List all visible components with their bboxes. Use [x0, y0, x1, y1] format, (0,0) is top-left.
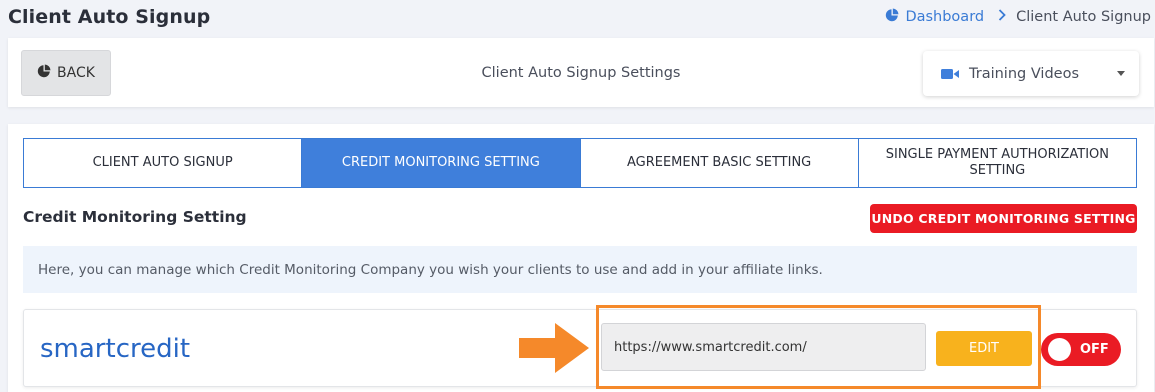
- toggle-knob: [1048, 338, 1071, 361]
- provider-toggle[interactable]: OFF: [1041, 333, 1121, 366]
- pie-chart-icon: [37, 64, 51, 82]
- training-videos-dropdown[interactable]: Training Videos: [923, 51, 1139, 96]
- pie-chart-icon: [885, 8, 899, 26]
- breadcrumb-home-label: Dashboard: [905, 9, 985, 25]
- back-button[interactable]: BACK: [21, 50, 111, 96]
- breadcrumb: Dashboard Client Auto Signup: [885, 8, 1151, 26]
- tab-client-auto-signup[interactable]: CLIENT AUTO SIGNUP: [24, 139, 303, 187]
- arrow-right-icon: [519, 323, 591, 378]
- caret-down-icon: [1117, 71, 1125, 76]
- training-videos-label: Training Videos: [969, 65, 1080, 82]
- video-camera-icon: [941, 68, 959, 80]
- affiliate-url-input[interactable]: [601, 323, 926, 371]
- breadcrumb-current: Client Auto Signup: [1016, 9, 1151, 25]
- info-banner: Here, you can manage which Credit Monito…: [23, 246, 1137, 293]
- settings-main-card: CLIENT AUTO SIGNUP CREDIT MONITORING SET…: [8, 124, 1154, 392]
- tab-agreement-basic-setting[interactable]: AGREEMENT BASIC SETTING: [581, 139, 859, 187]
- page-title: Client Auto Signup: [8, 6, 211, 28]
- chevron-right-icon: [998, 9, 1006, 25]
- settings-tabs: CLIENT AUTO SIGNUP CREDIT MONITORING SET…: [23, 138, 1137, 188]
- breadcrumb-home[interactable]: Dashboard: [885, 8, 984, 26]
- tab-single-payment-authorization-setting[interactable]: SINGLE PAYMENT AUTHORIZATION SETTING: [859, 139, 1136, 187]
- toggle-label: OFF: [1080, 342, 1109, 357]
- provider-row: smartcredit EDIT OFF: [23, 305, 1137, 389]
- edit-button[interactable]: EDIT: [936, 331, 1032, 366]
- undo-credit-monitoring-button[interactable]: UNDO CREDIT MONITORING SETTING: [870, 204, 1137, 233]
- back-button-label: BACK: [57, 65, 95, 81]
- section-title: Credit Monitoring Setting: [23, 208, 247, 226]
- provider-name: smartcredit: [40, 334, 191, 364]
- settings-header-card: BACK Client Auto Signup Settings Trainin…: [8, 38, 1154, 107]
- tab-credit-monitoring-setting[interactable]: CREDIT MONITORING SETTING: [302, 139, 581, 187]
